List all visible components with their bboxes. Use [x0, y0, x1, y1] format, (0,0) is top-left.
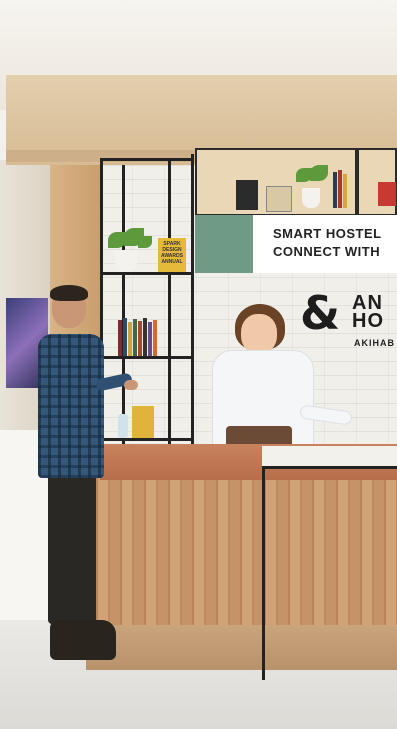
- standing-desk-top: [262, 446, 397, 469]
- guest-hair: [50, 285, 88, 301]
- book-cover-text: SPARK DESIGN AWARDS ANNUAL: [161, 241, 183, 265]
- book: [333, 172, 337, 208]
- book-display: [132, 406, 154, 438]
- logo-word-2: HO: [352, 310, 384, 332]
- book: [133, 319, 137, 356]
- sign-green-panel: [195, 215, 253, 273]
- receptionist-face: [241, 314, 277, 354]
- shelf-post: [191, 154, 194, 450]
- shelf-board: [100, 272, 194, 275]
- sign-line-1: SMART HOSTEL: [273, 226, 382, 241]
- bottle: [118, 414, 128, 438]
- book: [143, 318, 147, 356]
- reception-counter-base: [86, 625, 397, 670]
- shelf-post: [168, 158, 171, 450]
- framed-picture: [266, 186, 292, 212]
- plant-pot: [302, 188, 320, 208]
- sign-line-2: CONNECT WITH: [273, 244, 381, 259]
- book: [343, 174, 347, 208]
- logo-ampersand: &: [300, 286, 341, 340]
- hostel-logo: & AN HO AKIHAB: [300, 286, 397, 352]
- book: [153, 320, 157, 356]
- hostel-sign: SMART HOSTEL CONNECT WITH: [195, 215, 397, 273]
- shelf-board: [100, 356, 194, 359]
- red-box: [378, 182, 396, 206]
- plant-leaf: [138, 236, 152, 248]
- plant-pot: [115, 250, 137, 272]
- standing-desk-leg: [262, 466, 265, 680]
- guest-hand: [124, 380, 138, 390]
- shelf-board: [100, 438, 194, 441]
- shelf-post: [122, 165, 125, 450]
- book: [128, 322, 132, 356]
- guest-pants: [48, 474, 96, 624]
- guest-plaid-shirt: [38, 334, 104, 478]
- design-awards-book: SPARK DESIGN AWARDS ANNUAL: [158, 238, 186, 272]
- framed-picture: [236, 180, 258, 210]
- book: [148, 322, 152, 356]
- lobby-scene: SMART HOSTEL CONNECT WITH & AN HO AKIHAB…: [0, 0, 397, 729]
- shelf-board: [100, 158, 194, 161]
- sign-text: SMART HOSTEL CONNECT WITH: [253, 215, 397, 273]
- logo-subtitle: AKIHAB: [354, 338, 395, 348]
- book: [123, 318, 127, 356]
- book: [338, 170, 342, 208]
- guest-boots: [50, 620, 116, 660]
- book: [118, 320, 122, 356]
- plant-leaf: [310, 165, 328, 181]
- book: [138, 321, 142, 356]
